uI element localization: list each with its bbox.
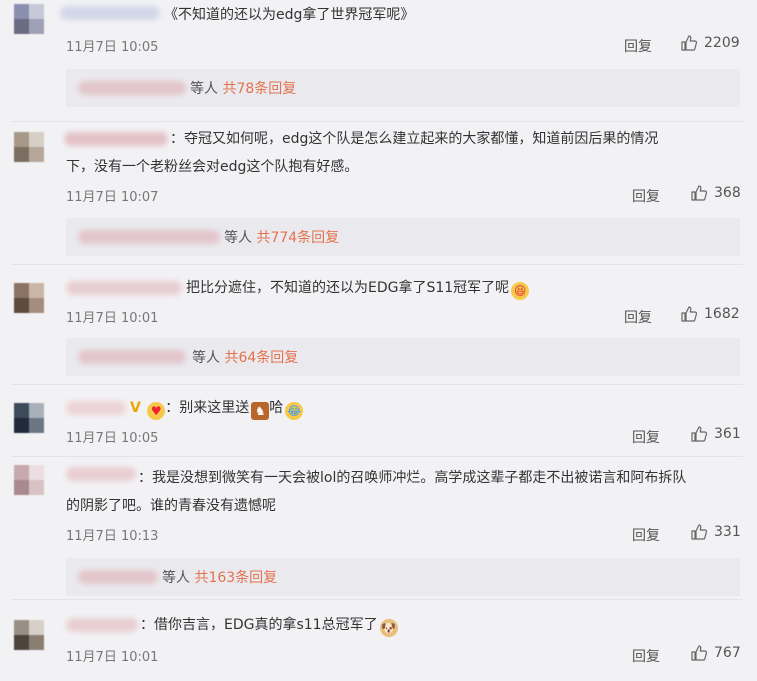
avatar[interactable] bbox=[14, 403, 44, 433]
username-blurred[interactable] bbox=[66, 618, 138, 632]
comment-time: 11月7日 10:01 bbox=[66, 650, 159, 665]
comment-item: 《不知道的还以为edg拿了世界冠军呢》 11月7日 10:05 回复 2209 … bbox=[0, 0, 757, 120]
thumbs-up-icon bbox=[690, 644, 708, 662]
like-button[interactable]: 368 bbox=[690, 184, 741, 202]
like-count: 331 bbox=[714, 524, 741, 540]
comment-item: ：夺冠又如何呢，edg这个队是怎么建立起来的大家都懂，知道前因后果的情况 下，没… bbox=[0, 122, 757, 262]
like-count: 361 bbox=[714, 426, 741, 442]
comment-text-line-2: 的阴影了吧。谁的青春没有遗憾呢 bbox=[66, 498, 276, 514]
comment-text-line-1: ：夺冠又如何呢，edg这个队是怎么建立起来的大家都懂，知道前因后果的情况 bbox=[170, 131, 659, 147]
doge-emoji-icon: 🐶 bbox=[379, 619, 398, 637]
like-count: 1682 bbox=[704, 306, 740, 322]
subreply-summary[interactable]: 等人 共78条回复 bbox=[66, 69, 740, 107]
subreply-prefix: 等人 bbox=[224, 230, 252, 246]
avatar[interactable] bbox=[14, 132, 44, 162]
heart-eyes-emoji-icon: ♥ bbox=[147, 402, 166, 420]
reply-button[interactable]: 回复 bbox=[632, 646, 660, 666]
thumbs-up-icon bbox=[690, 523, 708, 541]
like-button[interactable]: 767 bbox=[690, 644, 741, 662]
comment-time: 11月7日 10:07 bbox=[66, 190, 159, 205]
comment-item: 把比分遮住，不知道的还以为EDG拿了S11冠军了呢 😆 11月7日 10:01 回… bbox=[0, 265, 757, 385]
comment-text: ：借你吉言，EDG真的拿s11总冠军了 bbox=[140, 617, 378, 633]
avatar[interactable] bbox=[14, 620, 44, 650]
reply-button[interactable]: 回复 bbox=[632, 427, 660, 447]
comment-item: V ♥ ：别来这里送 ♞ 哈 😂 11月7日 10:05 回复 361 bbox=[0, 385, 757, 455]
thumbs-up-icon bbox=[680, 34, 698, 52]
reply-button[interactable]: 回复 bbox=[632, 525, 660, 545]
subreply-summary[interactable]: 等人 共64条回复 bbox=[66, 338, 740, 376]
horse-emoji-icon: ♞ bbox=[251, 402, 270, 420]
comment-item: ：借你吉言，EDG真的拿s11总冠军了 🐶 11月7日 10:01 回复 767 bbox=[0, 600, 757, 681]
crying-laughing-emoji-icon: 😂 bbox=[285, 402, 304, 420]
username-blurred[interactable] bbox=[66, 401, 126, 415]
laughing-emoji-icon: 😆 bbox=[511, 282, 530, 300]
subreply-count[interactable]: 共64条回复 bbox=[224, 350, 298, 366]
subreply-count[interactable]: 共163条回复 bbox=[194, 570, 277, 586]
comment-text-line-1: ：我是没想到微笑有一天会被lol的召唤师冲烂。高学成这辈子都走不出被诺言和阿布拆… bbox=[138, 470, 687, 486]
comment-text: 把比分遮住，不知道的还以为EDG拿了S11冠军了呢 bbox=[186, 280, 510, 296]
like-button[interactable]: 361 bbox=[690, 425, 741, 443]
like-button[interactable]: 331 bbox=[690, 523, 741, 541]
comment-text-line-2: 下，没有一个老粉丝会对edg这个队抱有好感。 bbox=[66, 159, 359, 175]
like-button[interactable]: 2209 bbox=[680, 34, 740, 52]
comment-text: 《不知道的还以为edg拿了世界冠军呢》 bbox=[164, 7, 415, 23]
thumbs-up-icon bbox=[690, 184, 708, 202]
username-blurred[interactable] bbox=[60, 6, 160, 20]
reply-button[interactable]: 回复 bbox=[624, 36, 652, 56]
comment-text-prefix: ：别来这里送 bbox=[165, 400, 250, 416]
subreply-prefix: 等人 bbox=[190, 81, 218, 97]
avatar[interactable] bbox=[14, 4, 44, 34]
username-blurred[interactable] bbox=[66, 281, 182, 295]
like-button[interactable]: 1682 bbox=[680, 305, 740, 323]
username-blurred[interactable] bbox=[66, 467, 136, 481]
thumbs-up-icon bbox=[680, 305, 698, 323]
vip-badge: V bbox=[130, 400, 141, 416]
subreply-prefix: 等人 bbox=[192, 350, 220, 366]
comment-time: 11月7日 10:05 bbox=[66, 431, 159, 446]
comment-item: ：我是没想到微笑有一天会被lol的召唤师冲烂。高学成这辈子都走不出被诺言和阿布拆… bbox=[0, 457, 757, 597]
like-count: 368 bbox=[714, 185, 741, 201]
like-count: 2209 bbox=[704, 35, 740, 51]
subreply-names-blurred bbox=[78, 570, 158, 584]
reply-button[interactable]: 回复 bbox=[624, 307, 652, 327]
avatar[interactable] bbox=[14, 465, 44, 495]
subreply-names-blurred bbox=[78, 350, 186, 364]
username-blurred[interactable] bbox=[64, 132, 168, 146]
subreply-names-blurred bbox=[78, 230, 220, 244]
comment-time: 11月7日 10:13 bbox=[66, 529, 159, 544]
comment-time: 11月7日 10:05 bbox=[66, 40, 159, 55]
subreply-names-blurred bbox=[78, 81, 186, 95]
subreply-summary[interactable]: 等人 共163条回复 bbox=[66, 558, 740, 596]
like-count: 767 bbox=[714, 645, 741, 661]
comment-text-suffix: 哈 bbox=[269, 400, 284, 416]
comment-time: 11月7日 10:01 bbox=[66, 311, 159, 326]
subreply-count[interactable]: 共78条回复 bbox=[222, 81, 296, 97]
thumbs-up-icon bbox=[690, 425, 708, 443]
subreply-prefix: 等人 bbox=[162, 570, 190, 586]
reply-button[interactable]: 回复 bbox=[632, 186, 660, 206]
subreply-summary[interactable]: 等人 共774条回复 bbox=[66, 218, 740, 256]
subreply-count[interactable]: 共774条回复 bbox=[256, 230, 339, 246]
avatar[interactable] bbox=[14, 283, 44, 313]
